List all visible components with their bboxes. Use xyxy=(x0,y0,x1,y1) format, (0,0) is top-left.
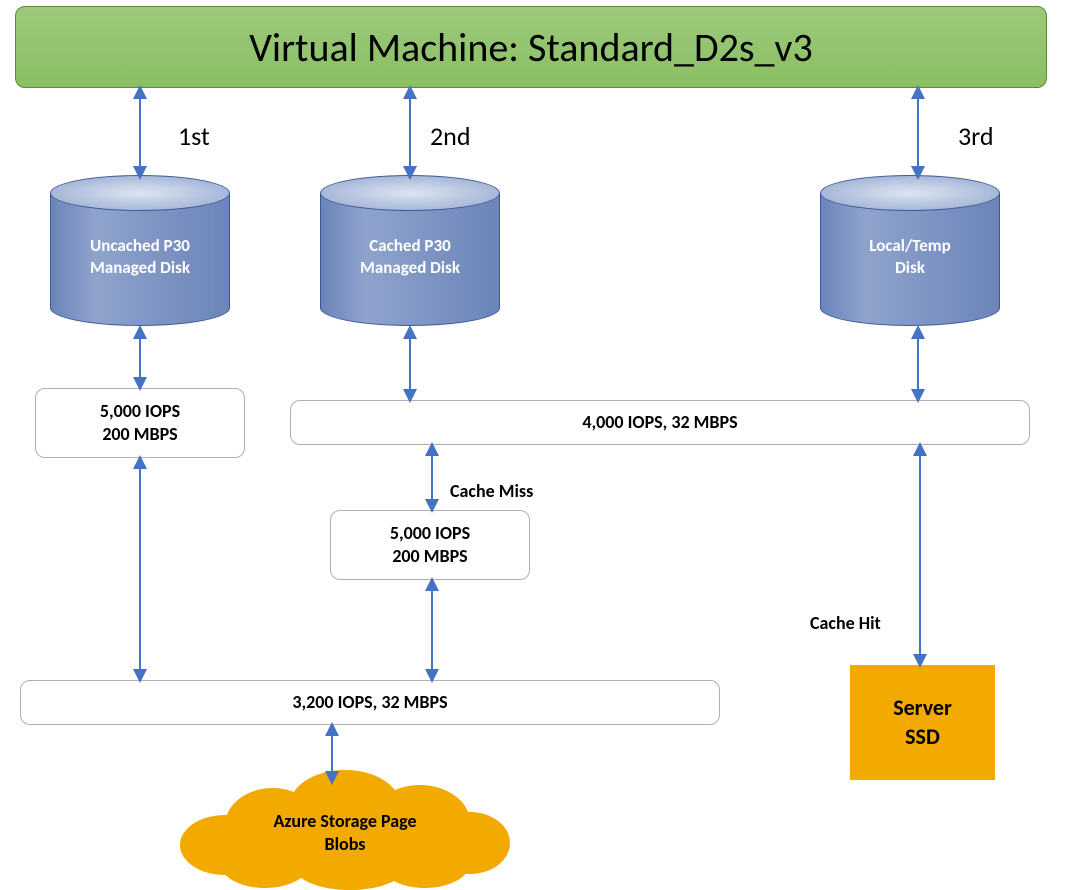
ordinal-1st: 1st xyxy=(178,120,210,152)
vm-title-text: Virtual Machine: Standard_D2s_v3 xyxy=(249,23,813,72)
server-ssd: Server SSD xyxy=(850,665,995,780)
cloud-l1: Azure Storage Page xyxy=(273,810,416,832)
stat-cache-miss: 5,000 IOPS 200 MBPS xyxy=(330,510,530,580)
server-ssd-l2: SSD xyxy=(905,723,940,750)
diagram-canvas: Virtual Machine: Standard_D2s_v3 1st 2nd… xyxy=(0,0,1065,886)
stat-cached-temp-text: 4,000 IOPS, 32 MBPS xyxy=(582,411,737,434)
label-cache-miss: Cache Miss xyxy=(450,480,533,502)
stat-cache-miss-l2: 200 MBPS xyxy=(392,545,467,567)
stat-cache-miss-l1: 5,000 IOPS xyxy=(390,522,470,544)
stat-uncached-l2: 200 MBPS xyxy=(102,423,177,445)
cloud-l2: Blobs xyxy=(325,833,366,855)
disk-cached: Cached P30 Managed Disk xyxy=(320,175,500,325)
stat-uncached: 5,000 IOPS 200 MBPS xyxy=(35,388,245,458)
stat-cached-temp: 4,000 IOPS, 32 MBPS xyxy=(290,400,1030,445)
cloud-storage: Azure Storage Page Blobs xyxy=(180,770,510,885)
ordinal-3rd: 3rd xyxy=(958,120,994,152)
server-ssd-l1: Server xyxy=(893,694,952,721)
disk-cached-l1: Cached P30 xyxy=(369,235,450,256)
disk-uncached: Uncached P30 Managed Disk xyxy=(50,175,230,325)
disk-temp: Local/Temp Disk xyxy=(820,175,1000,325)
ordinal-2nd: 2nd xyxy=(430,120,471,152)
stat-uncached-bus: 3,200 IOPS, 32 MBPS xyxy=(20,680,720,725)
disk-temp-l1: Local/Temp xyxy=(869,235,950,256)
vm-title: Virtual Machine: Standard_D2s_v3 xyxy=(15,6,1047,88)
stat-uncached-bus-text: 3,200 IOPS, 32 MBPS xyxy=(292,691,447,714)
stat-uncached-l1: 5,000 IOPS xyxy=(100,400,180,422)
disk-uncached-l1: Uncached P30 xyxy=(90,235,190,256)
disk-cached-l2: Managed Disk xyxy=(360,257,460,278)
disk-uncached-l2: Managed Disk xyxy=(90,257,190,278)
disk-temp-l2: Disk xyxy=(895,257,925,278)
label-cache-hit: Cache Hit xyxy=(810,612,881,634)
